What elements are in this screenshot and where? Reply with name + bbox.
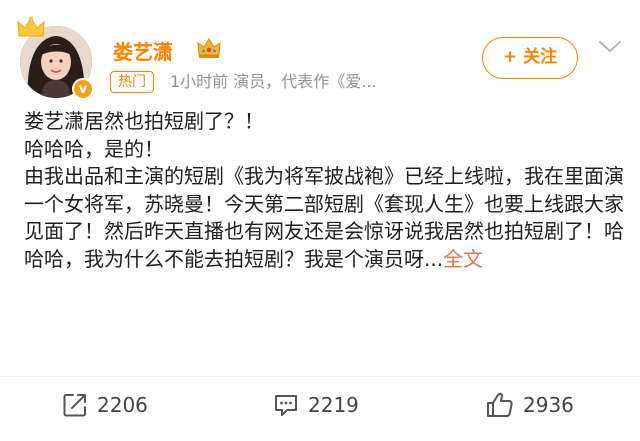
comment-button[interactable]: 2219: [272, 388, 359, 422]
avatar-container[interactable]: v: [17, 16, 94, 100]
verified-badge: v: [72, 78, 94, 100]
footer-divider: [0, 376, 640, 377]
post-line-3: 由我出品和主演的短剧《我为将军披战袍》已经上线啦，我在里面演一个女将军，苏晓曼！…: [24, 163, 624, 273]
share-count: 2206: [97, 393, 148, 417]
username[interactable]: 娄艺潇: [113, 36, 173, 65]
post-line-1: 娄艺潇居然也拍短剧了？！: [24, 109, 264, 133]
share-button[interactable]: 2206: [61, 388, 148, 422]
post-line-2: 哈哈哈，是的！: [24, 136, 164, 161]
follow-button[interactable]: + 关注: [482, 37, 578, 79]
post-body-text: 由我出品和主演的短剧《我为将军披战袍》已经上线啦，我在里面演一个女将军，苏晓曼！…: [24, 164, 624, 271]
comment-icon: [275, 395, 297, 416]
comment-count: 2219: [308, 393, 359, 417]
share-icon: [63, 394, 86, 417]
chevron-down-icon[interactable]: [597, 39, 623, 55]
weibo-post: v 娄艺潇 热门 1小时前 演员，代表作《爱... + 关注 娄艺潇居然也拍短剧…: [0, 0, 640, 441]
hot-tag: 热门: [110, 71, 154, 93]
post-meta: 1小时前 演员，代表作《爱...: [170, 72, 377, 91]
vip-crown-icon[interactable]: [196, 36, 222, 60]
post-content: 娄艺潇居然也拍短剧了？！ 哈哈哈，是的！ 由我出品和主演的短剧《我为将军披战袍》…: [24, 108, 624, 273]
thumbs-up-icon: [487, 392, 513, 417]
expand-full-text-link[interactable]: 全文: [443, 247, 483, 271]
like-button[interactable]: 2936: [485, 388, 574, 422]
like-count: 2936: [523, 393, 574, 417]
crown-icon: [17, 16, 45, 37]
